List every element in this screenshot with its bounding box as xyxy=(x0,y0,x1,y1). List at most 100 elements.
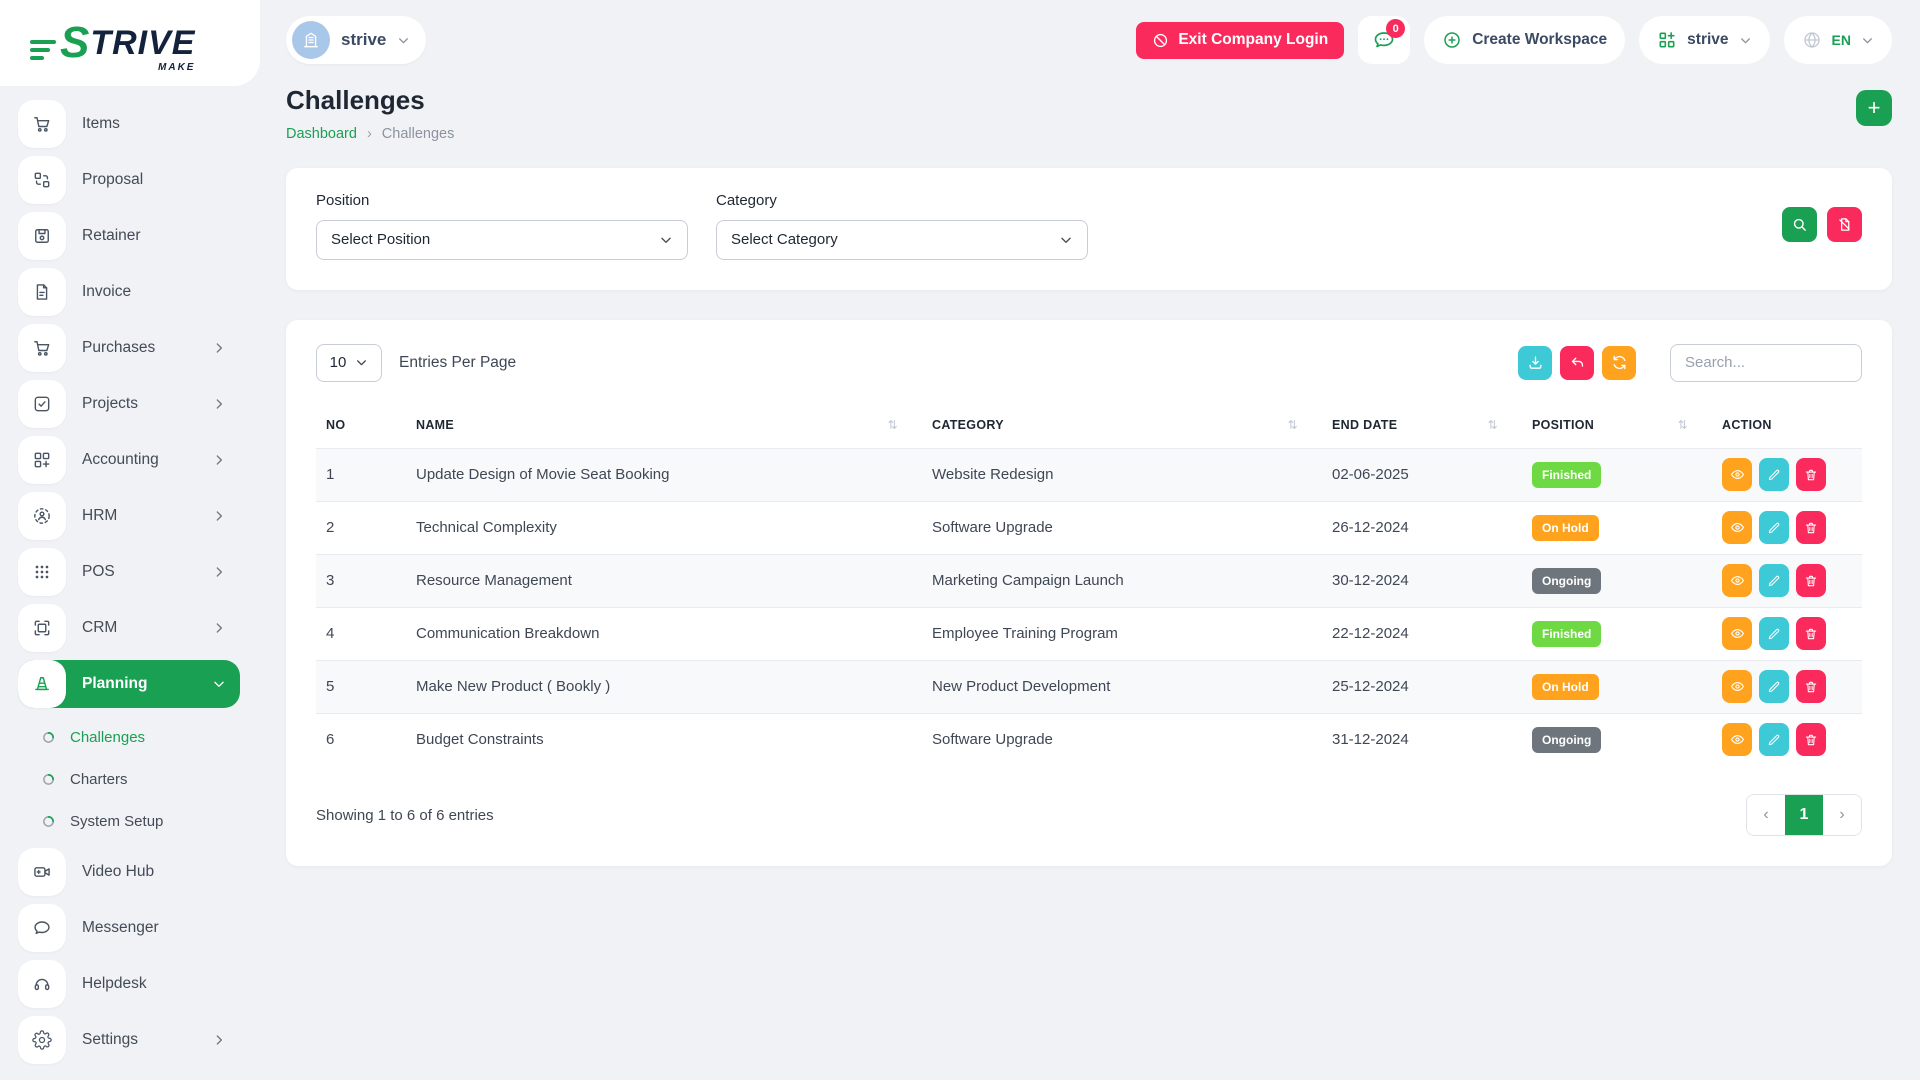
sidebar-item-video-hub[interactable]: Video Hub xyxy=(18,848,240,896)
language-code: EN xyxy=(1832,32,1851,48)
breadcrumb-current: Challenges xyxy=(382,126,455,142)
sidebar-item-proposal[interactable]: Proposal xyxy=(18,156,240,204)
sort-icon[interactable]: ⇅ xyxy=(1678,418,1688,432)
delete-button[interactable] xyxy=(1796,617,1826,650)
sidebar-item-label: Messenger xyxy=(82,919,240,937)
delete-button[interactable] xyxy=(1796,723,1826,756)
entries-per-page-select[interactable]: 10 xyxy=(316,344,382,382)
create-workspace-button[interactable]: Create Workspace xyxy=(1424,16,1625,64)
refresh-button[interactable] xyxy=(1602,346,1636,380)
edit-button[interactable] xyxy=(1759,511,1789,544)
pagination: ‹ 1 › xyxy=(1746,794,1862,836)
chevron-down-icon xyxy=(397,34,410,47)
download-icon xyxy=(1527,354,1544,371)
exit-company-login-button[interactable]: Exit Company Login xyxy=(1136,22,1344,59)
delete-button[interactable] xyxy=(1796,564,1826,597)
chevron-right-icon xyxy=(212,453,226,467)
table-footer: Showing 1 to 6 of 6 entries ‹ 1 › xyxy=(316,794,1862,836)
breadcrumb-dashboard-link[interactable]: Dashboard xyxy=(286,126,357,142)
breadcrumb: Dashboard › Challenges xyxy=(286,126,454,142)
undo-button[interactable] xyxy=(1560,346,1594,380)
cell-end-date: 30-12-2024 xyxy=(1322,554,1522,607)
create-workspace-label: Create Workspace xyxy=(1472,31,1607,49)
cell-no: 3 xyxy=(316,554,406,607)
sidebar-item-accounting[interactable]: Accounting xyxy=(18,436,240,484)
cell-category: Marketing Campaign Launch xyxy=(922,554,1322,607)
workspace-selector[interactable]: strive xyxy=(286,16,426,64)
sidebar-item-crm[interactable]: CRM xyxy=(18,604,240,652)
sidebar-item-retainer[interactable]: Retainer xyxy=(18,212,240,260)
sidebar-item-pos[interactable]: POS xyxy=(18,548,240,596)
entries-per-page-value: 10 xyxy=(330,354,347,371)
delete-button[interactable] xyxy=(1796,511,1826,544)
sort-icon[interactable]: ⇅ xyxy=(1488,418,1498,432)
sidebar-item-planning[interactable]: Planning xyxy=(18,660,240,708)
view-button[interactable] xyxy=(1722,617,1752,650)
cell-no: 4 xyxy=(316,607,406,660)
cell-end-date: 25-12-2024 xyxy=(1322,660,1522,713)
sidebar-item-items[interactable]: Items xyxy=(18,100,240,148)
video-camera-icon xyxy=(18,848,66,896)
chevron-down-icon xyxy=(212,677,226,691)
sidebar-item-helpdesk[interactable]: Helpdesk xyxy=(18,960,240,1008)
sidebar-item-settings[interactable]: Settings xyxy=(18,1016,240,1064)
language-selector[interactable]: EN xyxy=(1784,16,1892,64)
view-button[interactable] xyxy=(1722,723,1752,756)
sort-icon[interactable]: ⇅ xyxy=(888,418,898,432)
search-icon xyxy=(1791,216,1808,233)
sidebar-item-messenger[interactable]: Messenger xyxy=(18,904,240,952)
main-content: strive Exit Company Login 0 Create Works… xyxy=(260,0,1920,1080)
clear-filter-button[interactable] xyxy=(1827,207,1862,242)
sidebar-subitem-challenges[interactable]: Challenges xyxy=(18,716,240,758)
app-logo[interactable]: S TRIVE MAKE xyxy=(30,21,195,65)
sidebar-item-projects[interactable]: Projects xyxy=(18,380,240,428)
add-challenge-button[interactable]: + xyxy=(1856,90,1892,126)
circle-icon xyxy=(42,773,55,786)
sidebar-subitem-system-setup[interactable]: System Setup xyxy=(18,800,240,842)
category-select[interactable]: Select Category xyxy=(716,220,1088,260)
delete-button[interactable] xyxy=(1796,670,1826,703)
workspace-switcher[interactable]: strive xyxy=(1639,16,1769,64)
category-select-value: Select Category xyxy=(731,231,838,248)
cell-action xyxy=(1712,713,1862,766)
cell-name: Communication Breakdown xyxy=(406,607,922,660)
pagination-page-1-button[interactable]: 1 xyxy=(1785,795,1823,835)
sidebar-item-label: POS xyxy=(82,563,212,581)
edit-button[interactable] xyxy=(1759,617,1789,650)
table-search-input[interactable] xyxy=(1670,344,1862,382)
edit-button[interactable] xyxy=(1759,723,1789,756)
pagination-prev-button[interactable]: ‹ xyxy=(1747,795,1785,835)
pagination-next-button[interactable]: › xyxy=(1823,795,1861,835)
sidebar-item-hrm[interactable]: HRM xyxy=(18,492,240,540)
cell-end-date: 02-06-2025 xyxy=(1322,448,1522,501)
sidebar-subitem-label: Challenges xyxy=(70,729,145,746)
cell-action xyxy=(1712,554,1862,607)
plus-circle-icon xyxy=(1442,30,1462,50)
sidebar-item-invoice[interactable]: Invoice xyxy=(18,268,240,316)
view-button[interactable] xyxy=(1722,564,1752,597)
sort-icon[interactable]: ⇅ xyxy=(1288,418,1298,432)
ban-icon xyxy=(1152,32,1169,49)
status-badge: Finished xyxy=(1532,621,1601,647)
chat-button[interactable]: 0 xyxy=(1358,16,1410,64)
view-button[interactable] xyxy=(1722,670,1752,703)
edit-button[interactable] xyxy=(1759,458,1789,491)
table-row: 6Budget ConstraintsSoftware Upgrade31-12… xyxy=(316,713,1862,766)
frame-icon xyxy=(18,604,66,652)
view-button[interactable] xyxy=(1722,458,1752,491)
sidebar-subitem-charters[interactable]: Charters xyxy=(18,758,240,800)
cone-icon xyxy=(18,660,66,708)
view-button[interactable] xyxy=(1722,511,1752,544)
workspace-grid-icon xyxy=(1657,30,1677,50)
export-button[interactable] xyxy=(1518,346,1552,380)
apply-filter-button[interactable] xyxy=(1782,207,1817,242)
cell-category: Software Upgrade xyxy=(922,501,1322,554)
cell-no: 1 xyxy=(316,448,406,501)
sidebar-item-purchases[interactable]: Purchases xyxy=(18,324,240,372)
edit-button[interactable] xyxy=(1759,670,1789,703)
position-select[interactable]: Select Position xyxy=(316,220,688,260)
delete-button[interactable] xyxy=(1796,458,1826,491)
workspace-name: strive xyxy=(341,30,386,50)
edit-button[interactable] xyxy=(1759,564,1789,597)
table-row: 3Resource ManagementMarketing Campaign L… xyxy=(316,554,1862,607)
